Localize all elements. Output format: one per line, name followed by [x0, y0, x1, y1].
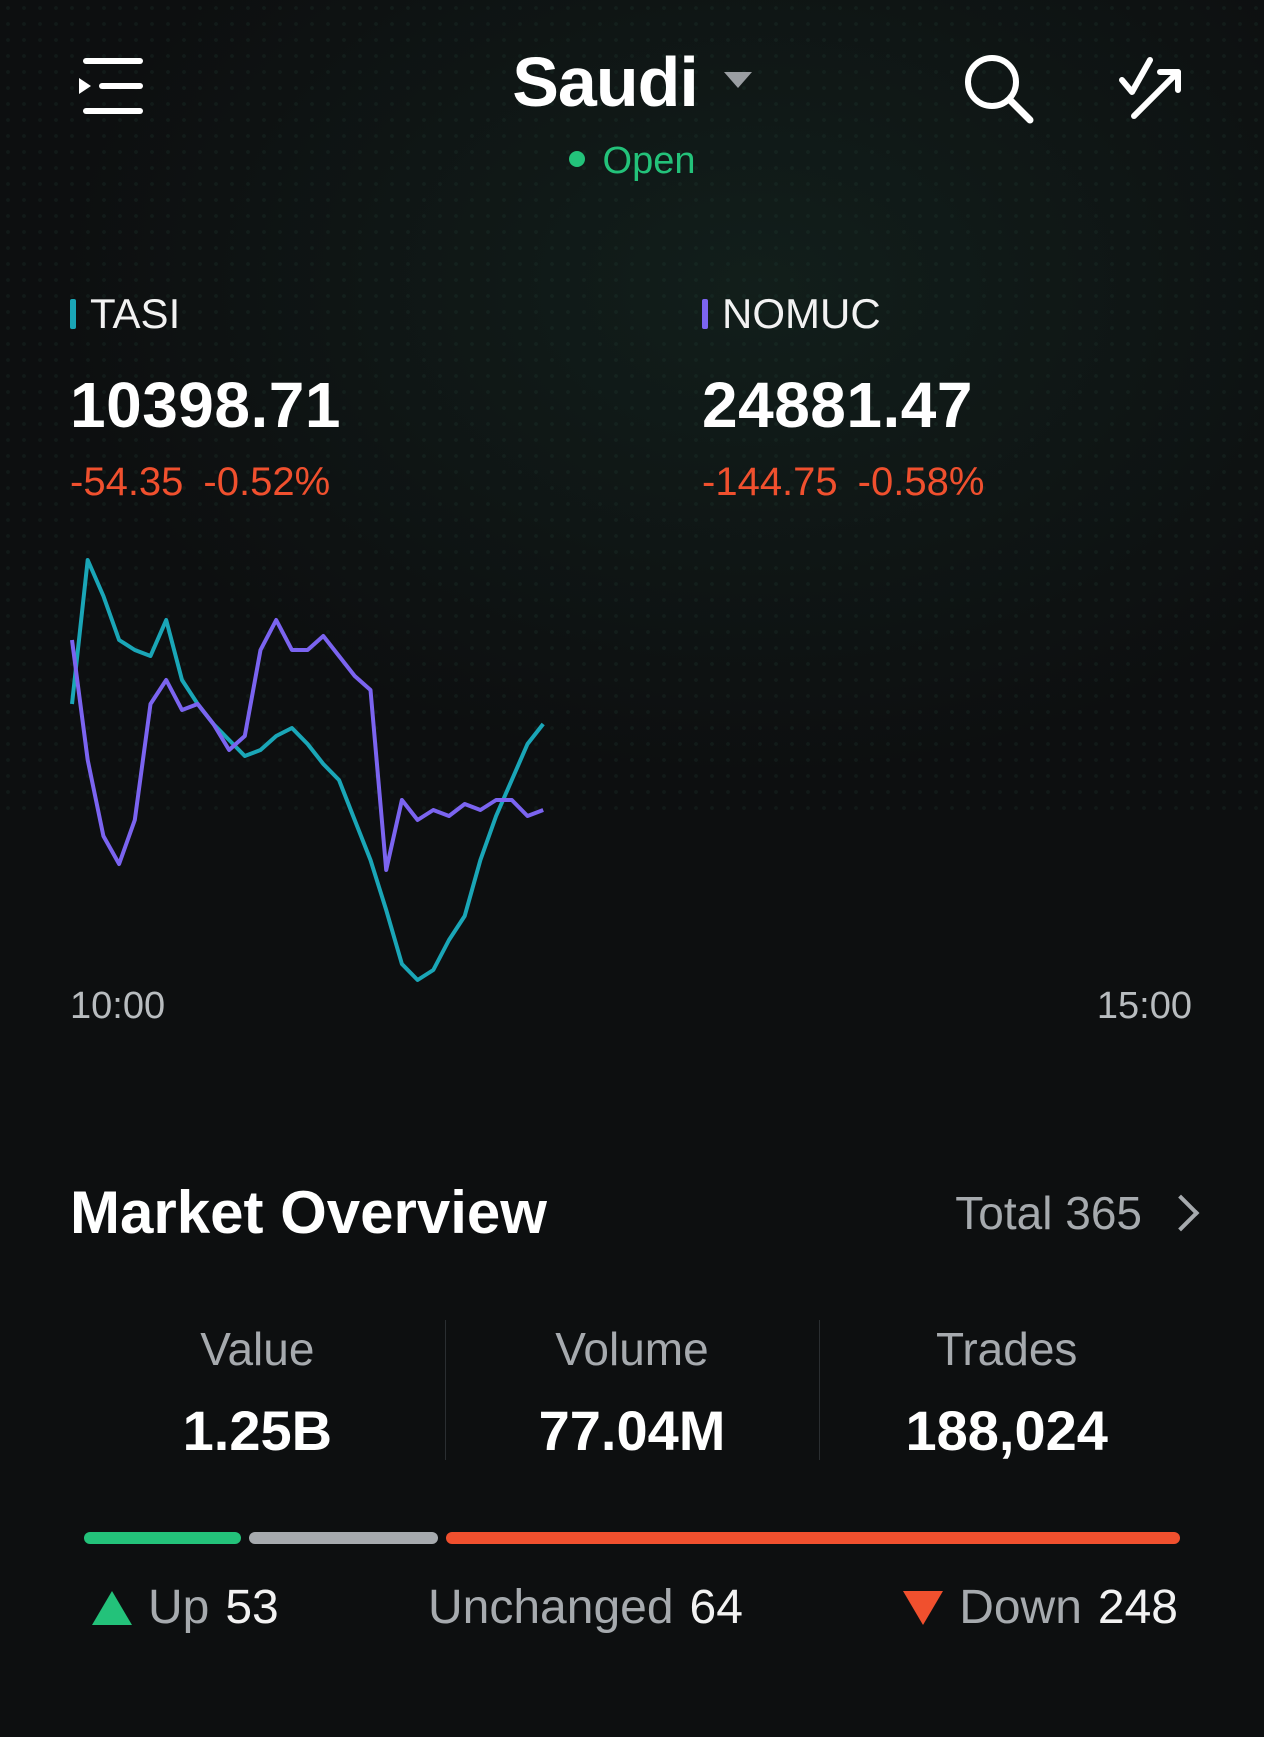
stat-value: Value 1.25B [70, 1320, 445, 1462]
stat-label: Value [200, 1323, 315, 1375]
check-trend-icon[interactable] [1112, 48, 1192, 128]
section-title: Market Overview [70, 1179, 547, 1246]
caret-down-icon [723, 72, 752, 88]
triangle-up-icon [92, 1590, 132, 1625]
breadth-unchanged: Unchanged 64 [428, 1580, 743, 1635]
chevron-right-icon [1162, 1194, 1200, 1232]
index-name: TASI [70, 290, 341, 338]
stat-label: Volume [555, 1323, 709, 1375]
status-dot-icon [568, 151, 585, 167]
breadth-up: Up 53 [92, 1580, 279, 1635]
stat-number: 1.25B [182, 1399, 333, 1462]
breadth-down: Down 248 [903, 1580, 1178, 1635]
breadth-count: 64 [689, 1581, 743, 1634]
stat-trades: Trades 188,024 [819, 1320, 1194, 1462]
breadth-count: 53 [225, 1581, 279, 1634]
index-change: -144.75 -0.58% [702, 460, 984, 505]
market-name: Saudi [512, 43, 699, 121]
index-value: 10398.71 [70, 369, 341, 441]
triangle-down-icon [903, 1590, 944, 1625]
market-status: Open [0, 140, 1264, 183]
breadth-label: Up [148, 1581, 210, 1634]
market-selector[interactable]: Saudi [0, 42, 1264, 122]
index-value: 24881.47 [702, 369, 973, 441]
time-end-label: 15:00 [1096, 985, 1192, 1027]
stat-label: Trades [935, 1323, 1078, 1375]
index-label: NOMUC [722, 290, 881, 337]
change-percent: -0.58% [857, 460, 985, 504]
breadth-label: Down [959, 1581, 1082, 1634]
index-card-nomuc[interactable]: NOMUC 24881.47 -144.75 -0.58% [702, 290, 984, 505]
change-points: -144.75 [702, 460, 838, 504]
series-color-marker [70, 299, 76, 329]
time-start-label: 10:00 [70, 985, 166, 1027]
stat-number: 77.04M [538, 1399, 726, 1462]
index-change: -54.35 -0.52% [70, 460, 341, 505]
series-color-marker [702, 299, 708, 329]
market-stats: Value 1.25B Volume 77.04M Trades 188,024 [70, 1320, 1194, 1462]
change-points: -54.35 [70, 460, 184, 504]
stat-number: 188,024 [905, 1399, 1108, 1462]
breadth-bar-up [84, 1532, 241, 1544]
intraday-chart[interactable] [0, 540, 1264, 1000]
top-bar: Saudi Open [0, 0, 1264, 200]
breadth-bar-unchanged [248, 1532, 439, 1544]
total-link[interactable]: Total 365 [955, 1186, 1200, 1240]
index-name: NOMUC [702, 290, 984, 338]
status-text: Open [602, 140, 696, 182]
index-card-tasi[interactable]: TASI 10398.71 -54.35 -0.52% [70, 290, 341, 505]
change-percent: -0.52% [203, 460, 331, 504]
breadth-count: 248 [1097, 1581, 1178, 1634]
breadth-bar-down [446, 1532, 1180, 1544]
breadth-label: Unchanged [428, 1581, 674, 1634]
total-label: Total 365 [955, 1187, 1142, 1239]
stat-volume: Volume 77.04M [444, 1320, 820, 1462]
search-icon[interactable] [958, 48, 1038, 128]
index-label: TASI [90, 290, 181, 337]
